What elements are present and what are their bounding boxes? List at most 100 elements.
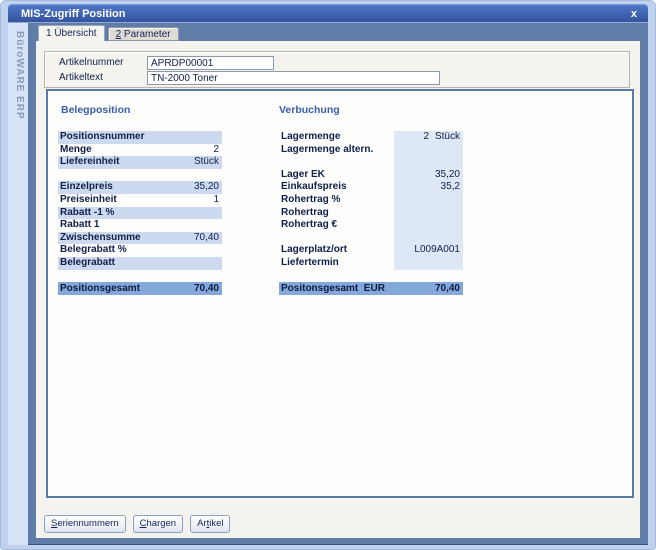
table-row: Belegrabatt [58,257,222,270]
row-label: Lagermenge altern. [279,144,394,157]
artikeltext-label: Artikeltext [59,72,103,83]
tab-uebersicht-label: 1 Übersicht [46,28,97,39]
total-label: Positonsgesamt EUR [281,282,385,295]
total-value: 70,40 [194,282,219,295]
article-header-box: Artikelnummer Artikeltext [44,51,630,88]
chargen-button[interactable]: Chargen [133,515,183,533]
row-label: Rohertrag [279,207,394,220]
button-row: Seriennummern Chargen Artikel [44,515,230,533]
verbuchung-title: Verbuchung [279,104,340,116]
row-label: Belegrabatt % [60,244,127,257]
row-label: Lager EK [279,169,394,182]
row-value: 35,20 [435,169,460,182]
row-label: Liefereinheit [60,156,119,169]
btn-text: hargen [146,518,176,529]
row-value-cell [394,194,463,207]
tab-uebersicht[interactable]: 1 Übersicht [38,25,105,41]
table-row [279,156,463,169]
table-row: Rabatt -1 % [58,207,222,220]
row-value-cell [394,207,463,220]
row-label: Rabatt 1 [60,219,99,232]
window-frame: 1 Übersicht 2 Parameter Artikelnummer Ar… [28,23,648,545]
row-value-cell [394,257,463,270]
window-title: MIS-Zugriff Position [21,8,125,20]
row-label: Belegrabatt [60,257,115,270]
row-label [279,232,394,245]
row-label: Liefertermin [279,257,394,270]
row-label: Preiseinheit [60,194,117,207]
table-row: Lager EK 35,20 [279,169,463,182]
verbuchung-rows: Lagermenge2StückLagermenge altern. Lager … [279,131,463,270]
row-label: Menge [60,144,92,157]
table-row: Zwischensumme 70,40 [58,232,222,245]
row-label: Rohertrag € [279,219,394,232]
btn-text: Ar [197,518,207,529]
row-value: 35,2 [441,181,460,194]
seriennummern-button[interactable]: Seriennummern [44,515,126,533]
brand-vertical-text: BüroWARE ERP [11,31,25,120]
table-row: Einzelpreis 35,20 [58,181,222,194]
table-row: Belegrabatt % [58,244,222,257]
table-row: Liefereinheit Stück [58,156,222,169]
row-label: Rohertrag % [279,194,394,207]
table-row: Liefertermin [279,257,463,270]
tab-parameter-post: Parameter [121,29,170,40]
table-row: Einkaufspreis 35,2 [279,181,463,194]
row-label: Zwischensumme [60,232,141,245]
table-row [58,169,222,182]
row-value: L009A001 [414,244,460,257]
table-row: Rohertrag € [279,219,463,232]
artikel-button[interactable]: Artikel [190,515,230,533]
artikeltext-row: Artikeltext [45,71,629,85]
row-label: Lagermenge [279,131,394,144]
row-label: Lagerplatz/ort [279,244,394,257]
row-label: Positionsnummer [60,131,144,144]
table-row [279,232,463,245]
row-value: 2 [213,144,219,157]
table-row: Rabatt 1 [58,219,222,232]
table-row: Preiseinheit 1 [58,194,222,207]
row-value: 70,40 [194,232,219,245]
row-value-cell: 35,20 [394,169,463,182]
tab-parameter[interactable]: 2 Parameter [108,27,179,41]
brand-strip: BüroWARE ERP [8,23,28,545]
position-detail-panel: Belegposition Verbuchung Positionsnummer… [46,89,634,498]
btn-text: eriennummern [57,518,118,529]
artikelnummer-row: Artikelnummer [45,56,629,70]
tab-bar: 1 Übersicht 2 Parameter [38,25,179,41]
titlebar[interactable]: MIS-Zugriff Position x [8,4,648,23]
artikelnummer-label: Artikelnummer [59,57,123,68]
artikeltext-input[interactable] [147,71,440,85]
row-label [279,156,394,169]
artikelnummer-input[interactable] [147,56,274,70]
row-value-cell [394,156,463,169]
row-value-cell [394,144,463,157]
table-row: Rohertrag [279,207,463,220]
row-label: Einzelpreis [60,181,113,194]
total-label: Positionsgesamt [60,282,140,295]
row-label: Einkaufspreis [279,181,394,194]
positionsgesamt-row: Positionsgesamt 70,40 [58,282,222,295]
row-value-cell [394,219,463,232]
table-row: Positionsnummer [58,131,222,144]
row-label: Rabatt -1 % [60,207,114,220]
positionsgesamt-eur-row: Positonsgesamt EUR 70,40 [279,282,463,295]
content-area: Artikelnummer Artikeltext Belegposition … [36,41,640,538]
close-icon[interactable]: x [631,5,637,23]
row-value: 1 [213,194,219,207]
btn-text: ikel [209,518,223,529]
belegposition-rows: PositionsnummerMenge 2 Liefereinheit Stück E… [58,131,222,270]
row-value: 35,20 [194,181,219,194]
row-value-cell: 35,2 [394,181,463,194]
row-value: Stück [194,156,219,169]
row-value-cell: L009A001 [394,244,463,257]
row-value-cell [394,232,463,245]
table-row: Lagermenge2Stück [279,131,463,144]
table-row: Lagermenge altern. [279,144,463,157]
row-value-cell: 2Stück [394,131,463,144]
belegposition-title: Belegposition [61,104,130,116]
table-row: Rohertrag % [279,194,463,207]
total-value: 70,40 [435,282,460,295]
table-row: Menge 2 [58,144,222,157]
dialog-window: MIS-Zugriff Position x BüroWARE ERP 1 Üb… [0,0,656,550]
